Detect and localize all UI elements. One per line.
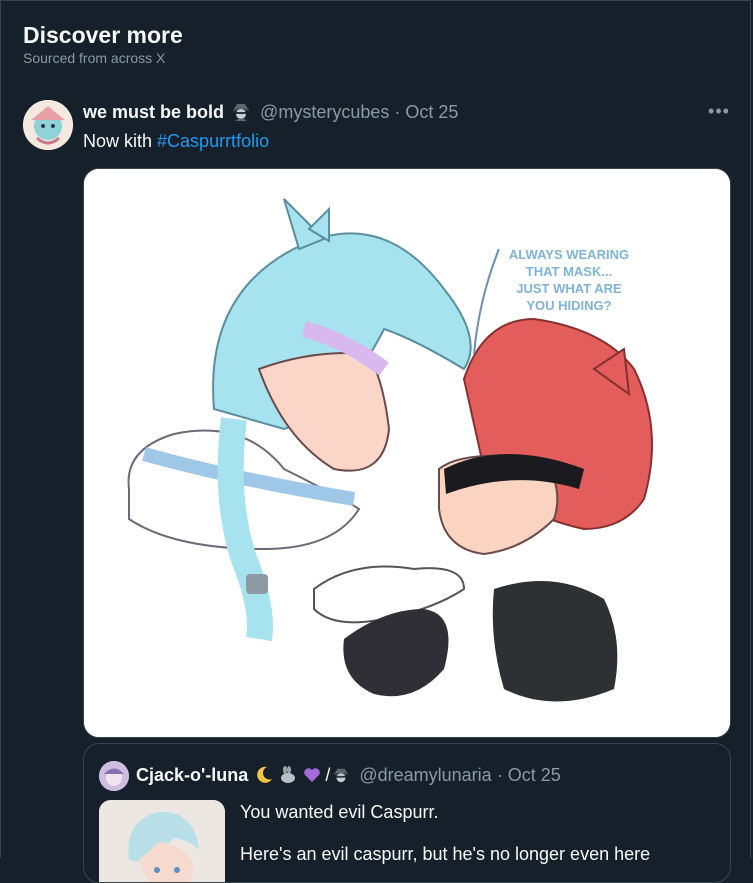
quoted-author-avatar[interactable]: [99, 761, 129, 791]
section-title: Discover more: [23, 22, 183, 48]
speech-line: THAT MASK...: [526, 264, 612, 279]
quoted-post-thumbnail[interactable]: [99, 800, 225, 882]
quoted-post-date[interactable]: Oct 25: [508, 765, 561, 785]
rabbit-icon: [279, 766, 297, 789]
quoted-post-meta: Cjack-o'-luna / @dreamylunaria · Oct 25: [136, 764, 561, 789]
hashtag-link[interactable]: #Caspurrtfolio: [157, 131, 269, 151]
speech-line: JUST WHAT ARE: [516, 281, 622, 296]
post-image[interactable]: ALWAYS WEARING THAT MASK... JUST WHAT AR…: [83, 168, 731, 738]
meta-separator: ·: [496, 765, 503, 785]
author-avatar[interactable]: [23, 100, 73, 150]
emoji-divider: /: [325, 765, 331, 785]
more-options-button[interactable]: •••: [705, 101, 733, 123]
crescent-moon-icon: [255, 766, 273, 789]
author-name[interactable]: we must be bold: [83, 102, 224, 122]
meta-separator: ·: [394, 102, 401, 122]
speech-line: YOU HIDING?: [526, 298, 611, 313]
discover-panel: Discover more Sourced from across X we m…: [0, 0, 751, 883]
spy-emoji-icon: [332, 766, 350, 789]
artwork-illustration: ALWAYS WEARING THAT MASK... JUST WHAT AR…: [84, 169, 730, 737]
spy-emoji-icon: [231, 101, 251, 126]
post-date[interactable]: Oct 25: [405, 102, 458, 122]
quoted-author-name[interactable]: Cjack-o'-luna: [136, 765, 248, 785]
speech-line: ALWAYS WEARING: [509, 247, 629, 262]
post-text: Now kith #Caspurrtfolio: [83, 129, 269, 153]
quoted-post[interactable]: Cjack-o'-luna / @dreamylunaria · Oct 25 …: [83, 743, 731, 883]
quoted-post-text: You wanted evil Caspurr. Here's an evil …: [240, 801, 720, 865]
quoted-author-handle[interactable]: @dreamylunaria: [359, 765, 491, 785]
quoted-post-text-line: You wanted evil Caspurr.: [240, 802, 439, 822]
post-text-body: Now kith: [83, 131, 158, 151]
section-header: Discover more Sourced from across X: [23, 21, 183, 66]
section-subtitle: Sourced from across X: [23, 50, 166, 66]
quoted-post-text-line: Here's an evil caspurr, but he's no long…: [240, 844, 651, 864]
purple-heart-icon: [303, 766, 321, 789]
author-handle[interactable]: @mysterycubes: [260, 102, 389, 122]
post-meta: we must be bold @mysterycubes · Oct 25: [83, 101, 458, 126]
